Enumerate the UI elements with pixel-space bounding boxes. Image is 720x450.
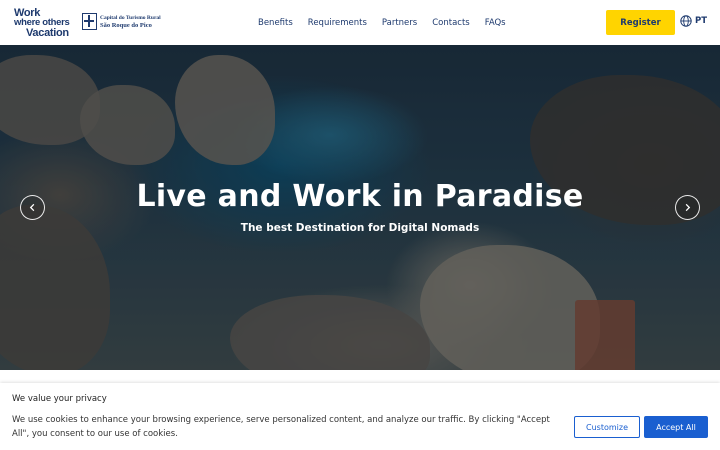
globe-icon [680, 15, 692, 27]
chevron-right-icon [685, 203, 691, 212]
nav-contacts[interactable]: Contacts [432, 18, 470, 28]
cookie-title: We value your privacy [12, 394, 107, 404]
partner-line-2: São Roque do Pico [100, 21, 152, 29]
partner-logo: Capital do Turismo Rural São Roque do Pi… [82, 13, 161, 30]
chevron-left-icon [29, 203, 35, 212]
cookie-text: We use cookies to enhance your browsing … [12, 415, 550, 439]
slider-next-button[interactable] [675, 195, 700, 220]
language-label: PT [695, 16, 708, 26]
partner-text: Capital do Turismo Rural São Roque do Pi… [100, 15, 161, 29]
site-header: Work where others Vacation Capital do Tu… [0, 0, 720, 45]
nav-faqs[interactable]: FAQs [485, 18, 506, 28]
partner-line-1: Capital do Turismo Rural [100, 14, 161, 21]
hero-subtitle: The best Destination for Digital Nomads [240, 222, 480, 234]
language-switcher[interactable]: PT [680, 15, 707, 27]
customize-button[interactable]: Customize [574, 416, 640, 438]
page: Work where others Vacation Capital do Tu… [0, 0, 720, 450]
slider-prev-button[interactable] [20, 195, 45, 220]
brand-logo[interactable]: Work where others Vacation [14, 8, 74, 39]
hero-slider: Live and Work in Paradise The best Desti… [0, 45, 720, 370]
nav-benefits[interactable]: Benefits [258, 18, 293, 28]
register-button[interactable]: Register [606, 10, 675, 35]
cookie-banner: We value your privacy We use cookies to … [0, 383, 720, 450]
brand-line-3: Vacation [26, 27, 69, 39]
main-nav: Benefits Requirements Partners Contacts … [258, 0, 521, 45]
hero-title: Live and Work in Paradise [136, 179, 584, 214]
nav-requirements[interactable]: Requirements [308, 18, 367, 28]
accept-all-button[interactable]: Accept All [644, 416, 708, 438]
cross-emblem-icon [82, 13, 97, 30]
nav-partners[interactable]: Partners [382, 18, 417, 28]
